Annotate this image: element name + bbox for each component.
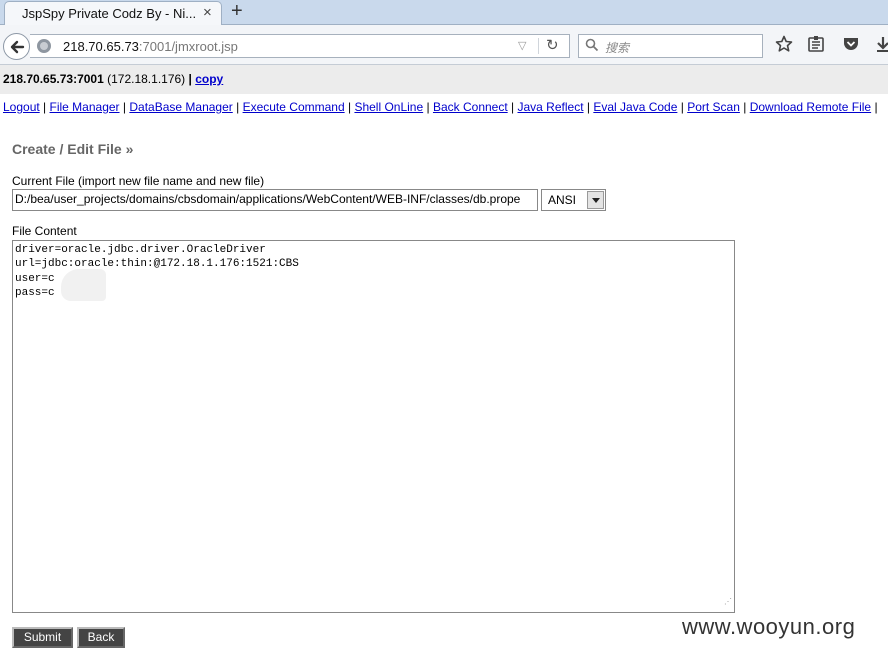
watermark: www.wooyun.org [682,614,856,639]
url-path: :7001/jmxroot.jsp [138,39,238,54]
tab-strip: JspSpy Private Codz By - Ni... × + [0,0,888,26]
content-line: user=c [15,272,55,285]
current-file-label: Current File (import new file name and n… [12,174,265,188]
host-separator: | [188,72,192,86]
menu-separator: | [43,100,47,114]
content-line: pass=c [15,286,55,299]
menu-link-download-remote-file[interactable]: Download Remote File [750,100,871,114]
menu-link-file-manager[interactable]: File Manager [50,100,120,114]
menu-separator: | [511,100,515,114]
redaction-blur [61,269,106,301]
submit-button[interactable]: Submit [12,627,73,648]
file-path-input[interactable]: D:/bea/user_projects/domains/cbsdomain/a… [12,189,538,211]
back-arrow-icon [10,40,25,54]
menu-link-shell-online[interactable]: Shell OnLine [354,100,423,114]
menu-link-back-connect[interactable]: Back Connect [433,100,508,114]
content-line: driver=oracle.jdbc.driver.OracleDriver [15,244,266,256]
bookmark-star-icon[interactable] [775,35,793,58]
resize-grip-icon[interactable]: ⋰ [724,596,732,610]
copy-link[interactable]: copy [195,72,223,86]
menu-link-port-scan[interactable]: Port Scan [687,100,740,114]
close-icon[interactable]: × [203,4,212,21]
navigation-bar: 218.70.65.73:7001/jmxroot.jsp ▽ ↻ 搜索 [0,25,888,65]
menu-link-eval-java-code[interactable]: Eval Java Code [593,100,677,114]
menu-separator: | [586,100,590,114]
file-content-label: File Content [12,224,77,238]
reading-list-icon[interactable] [807,35,825,58]
menu-separator: | [236,100,240,114]
new-tab-icon[interactable]: + [231,0,243,22]
tab-title: JspSpy Private Codz By - Ni... [22,6,197,21]
globe-icon [37,39,51,53]
main-menu: Logout | File Manager | DataBase Manager… [3,100,878,114]
menu-link-database-manager[interactable]: DataBase Manager [129,100,232,114]
back-form-button[interactable]: Back [77,627,125,648]
url-host: 218.70.65.73 [63,39,139,54]
host-address: 218.70.65.73:7001 [3,72,104,86]
download-icon[interactable] [876,35,888,58]
host-info: 218.70.65.73:7001 (172.18.1.176) | copy [3,72,223,86]
page-title: Create / Edit File » [12,141,134,157]
menu-separator: | [680,100,684,114]
menu-separator: | [347,100,352,114]
menu-link-execute-command[interactable]: Execute Command [243,100,345,114]
file-content-textarea[interactable]: driver=oracle.jdbc.driver.OracleDriver u… [12,240,735,613]
browser-tab[interactable]: JspSpy Private Codz By - Ni... × [4,1,222,26]
menu-separator: | [874,100,878,114]
search-bar[interactable]: 搜索 [578,34,763,58]
chevron-down-icon[interactable] [587,191,604,209]
search-placeholder: 搜索 [605,41,630,55]
menu-separator: | [743,100,747,114]
charset-select[interactable]: ANSI [541,189,606,211]
url-text[interactable]: 218.70.65.73:7001/jmxroot.jsp [63,39,238,54]
menu-separator: | [122,100,127,114]
back-button[interactable] [3,33,30,60]
menu-separator: | [426,100,430,114]
menu-link-logout[interactable]: Logout [3,100,40,114]
url-divider [538,38,539,54]
host-internal-ip: (172.18.1.176) [107,72,186,86]
search-icon [585,38,599,55]
charset-value: ANSI [548,193,577,207]
reload-icon[interactable]: ↻ [546,36,559,54]
menu-link-java-reflect[interactable]: Java Reflect [518,100,584,114]
pocket-icon[interactable] [842,35,860,58]
dropdown-icon[interactable]: ▽ [518,39,526,52]
content-line: url=jdbc:oracle:thin:@172.18.1.176:1521:… [15,258,299,271]
url-bar[interactable]: 218.70.65.73:7001/jmxroot.jsp ▽ ↻ [30,34,570,58]
